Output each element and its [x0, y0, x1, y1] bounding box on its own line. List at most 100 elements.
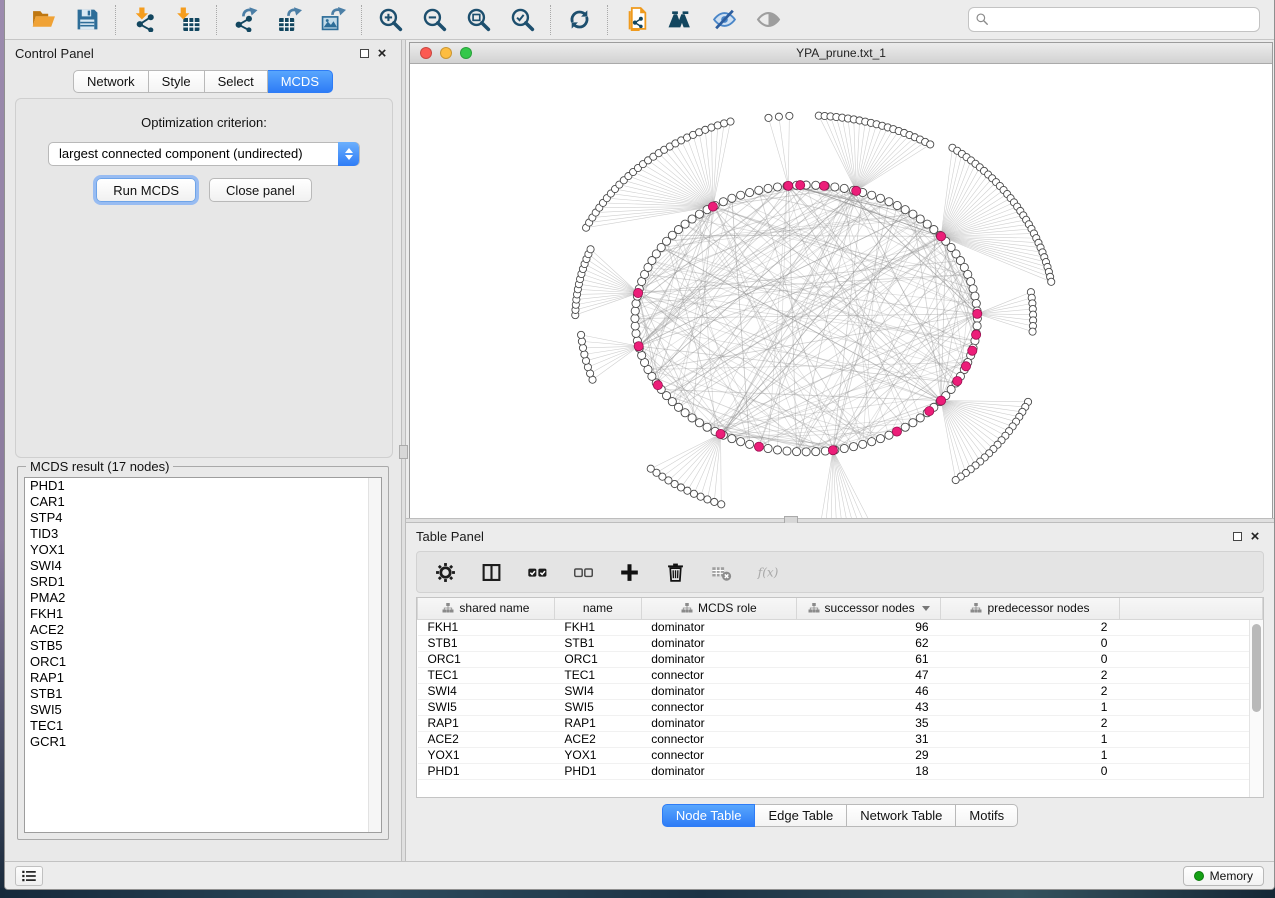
table-cell: ACE2: [554, 731, 641, 747]
mcds-result-item[interactable]: PMA2: [25, 590, 381, 606]
delete-column-button[interactable]: [663, 559, 687, 585]
table-cell: dominator: [641, 635, 796, 651]
mcds-result-item[interactable]: GCR1: [25, 734, 381, 750]
table-cell: SWI4: [418, 683, 555, 699]
add-column-button[interactable]: [617, 559, 641, 585]
mcds-result-item[interactable]: SWI4: [25, 558, 381, 574]
split-panel-button[interactable]: [479, 559, 503, 585]
mcds-result-item[interactable]: CAR1: [25, 494, 381, 510]
mcds-result-item[interactable]: RAP1: [25, 670, 381, 686]
table-cell: 43: [797, 699, 941, 715]
table-scrollbar-thumb[interactable]: [1252, 624, 1261, 712]
tab-mcds[interactable]: MCDS: [268, 70, 333, 93]
optimization-criterion-select[interactable]: largest connected component (undirected): [48, 142, 360, 166]
zoom-in-button[interactable]: [372, 3, 408, 37]
status-menu-button[interactable]: [15, 866, 43, 886]
mcds-result-item[interactable]: TEC1: [25, 718, 381, 734]
table-cell: connector: [641, 747, 796, 763]
close-table-panel-button[interactable]: ×: [1246, 528, 1264, 544]
tab-edge-table[interactable]: Edge Table: [755, 804, 847, 827]
table-row[interactable]: SWI4SWI4dominator462: [418, 683, 1263, 699]
mcds-result-item[interactable]: SRD1: [25, 574, 381, 590]
table-row[interactable]: ACE2ACE2connector311: [418, 731, 1263, 747]
mcds-result-item[interactable]: SWI5: [25, 702, 381, 718]
zoom-selected-button[interactable]: [504, 3, 540, 37]
table-row[interactable]: TEC1TEC1connector472: [418, 667, 1263, 683]
table-cell: dominator: [641, 715, 796, 731]
import-table-button[interactable]: [170, 3, 206, 37]
table-cell: [1119, 715, 1262, 731]
export-network-button[interactable]: [227, 3, 263, 37]
table-row[interactable]: YOX1YOX1connector291: [418, 747, 1263, 763]
mcds-result-item[interactable]: STB1: [25, 686, 381, 702]
mcds-result-item[interactable]: STB5: [25, 638, 381, 654]
table-cell: ORC1: [418, 651, 555, 667]
run-mcds-button[interactable]: Run MCDS: [96, 178, 196, 202]
close-panel-button[interactable]: ×: [373, 45, 391, 61]
function-builder-button: [755, 559, 779, 585]
optimization-criterion-label: Optimization criterion:: [16, 115, 392, 130]
table-cell: 29: [797, 747, 941, 763]
table-cell: RAP1: [554, 715, 641, 731]
mcds-list-scrollbar[interactable]: [368, 478, 381, 832]
export-image-button[interactable]: [315, 3, 351, 37]
zoom-out-button[interactable]: [416, 3, 452, 37]
table-row[interactable]: ORC1ORC1dominator610: [418, 651, 1263, 667]
search-input[interactable]: [968, 7, 1260, 32]
table-scrollbar[interactable]: [1249, 620, 1263, 797]
network-canvas-wrap: [410, 64, 1272, 557]
table-row[interactable]: RAP1RAP1dominator352: [418, 715, 1263, 731]
tab-style[interactable]: Style: [149, 70, 205, 93]
table-row[interactable]: STB1STB1dominator620: [418, 635, 1263, 651]
deselect-all-button[interactable]: [571, 559, 595, 585]
network-canvas[interactable]: [410, 64, 1272, 557]
table-row[interactable]: SWI5SWI5connector431: [418, 699, 1263, 715]
table-row[interactable]: FKH1FKH1dominator962: [418, 619, 1263, 635]
table-cell: [1119, 651, 1262, 667]
close-panel-button-mcds[interactable]: Close panel: [209, 178, 312, 202]
cytoscape-window: Control Panel × NetworkStyleSelectMCDS O…: [4, 0, 1275, 890]
column-header-successor-nodes[interactable]: successor nodes: [797, 598, 941, 619]
tab-node-table[interactable]: Node Table: [662, 804, 756, 827]
column-header-shared-name[interactable]: shared name: [418, 598, 555, 619]
select-all-button[interactable]: [525, 559, 549, 585]
mcds-result-item[interactable]: ACE2: [25, 622, 381, 638]
mcds-result-item[interactable]: PHD1: [25, 478, 381, 494]
float-table-panel-button[interactable]: [1228, 528, 1246, 544]
open-file-icon: [31, 7, 56, 32]
open-file-button[interactable]: [25, 3, 61, 37]
column-header-name[interactable]: name: [554, 598, 641, 619]
export-table-button[interactable]: [271, 3, 307, 37]
table-cell: RAP1: [418, 715, 555, 731]
mcds-result-item[interactable]: STP4: [25, 510, 381, 526]
table-row[interactable]: PHD1PHD1dominator180: [418, 763, 1263, 779]
mcds-result-item[interactable]: YOX1: [25, 542, 381, 558]
search-network-button[interactable]: [662, 3, 698, 37]
hide-details-button[interactable]: [706, 3, 742, 37]
tab-select[interactable]: Select: [205, 70, 268, 93]
float-panel-button[interactable]: [355, 45, 373, 61]
tab-network[interactable]: Network: [73, 70, 149, 93]
settings-gear-button[interactable]: [433, 559, 457, 585]
mcds-result-item[interactable]: FKH1: [25, 606, 381, 622]
save-session-button[interactable]: [69, 3, 105, 37]
tab-network-table[interactable]: Network Table: [847, 804, 956, 827]
table-cell: 1: [941, 699, 1120, 715]
memory-button[interactable]: Memory: [1183, 866, 1264, 886]
memory-status-icon: [1194, 871, 1204, 881]
table-cell: 0: [941, 635, 1120, 651]
network-frame-titlebar[interactable]: YPA_prune.txt_1: [410, 43, 1272, 64]
table-cell: SWI4: [554, 683, 641, 699]
mcds-result-item[interactable]: TID3: [25, 526, 381, 542]
column-header-MCDS-role[interactable]: MCDS role: [641, 598, 796, 619]
column-header-predecessor-nodes[interactable]: predecessor nodes: [941, 598, 1120, 619]
refresh-view-button[interactable]: [561, 3, 597, 37]
mcds-result-group-title: MCDS result (17 nodes): [26, 459, 173, 474]
mcds-result-item[interactable]: ORC1: [25, 654, 381, 670]
import-network-button[interactable]: [126, 3, 162, 37]
tab-motifs[interactable]: Motifs: [956, 804, 1018, 827]
close-icon: ×: [1251, 529, 1260, 544]
node-table-wrap: shared namenameMCDS rolesuccessor nodesp…: [416, 597, 1264, 798]
network-from-file-button[interactable]: [618, 3, 654, 37]
zoom-fit-button[interactable]: [460, 3, 496, 37]
